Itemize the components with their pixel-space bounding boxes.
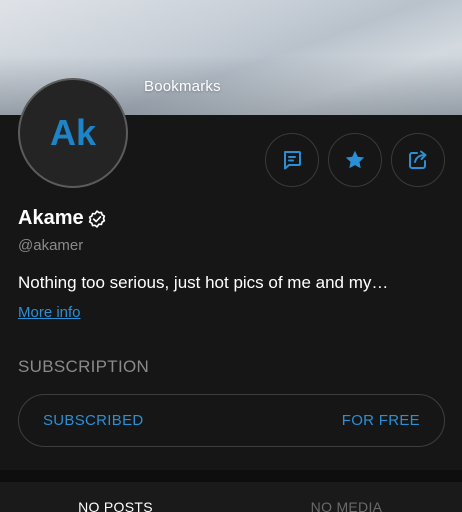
- message-button[interactable]: [265, 133, 319, 187]
- tab-posts[interactable]: NO POSTS: [0, 482, 231, 512]
- subscribe-button[interactable]: SUBSCRIBED FOR FREE: [18, 394, 445, 447]
- profile-page: Bookmarks Ak Akame @akamer Nothing too s…: [0, 0, 462, 512]
- banner-title: Bookmarks: [144, 78, 221, 95]
- profile-name: Akame: [18, 207, 84, 229]
- name-row: Akame: [18, 207, 107, 230]
- content-tabs: NO POSTS NO MEDIA: [0, 482, 462, 512]
- message-icon: [284, 151, 301, 170]
- avatar[interactable]: Ak: [18, 78, 128, 188]
- profile-username: @akamer: [18, 237, 84, 254]
- subscription-price: FOR FREE: [341, 412, 420, 429]
- star-icon: [345, 150, 365, 169]
- avatar-initials: Ak: [49, 112, 97, 153]
- subscription-heading: SUBSCRIPTION: [18, 357, 150, 376]
- share-button[interactable]: [391, 133, 445, 187]
- tab-media[interactable]: NO MEDIA: [231, 482, 462, 512]
- profile-bio: Nothing too serious, just hot pics of me…: [18, 273, 389, 292]
- verified-badge-icon: [88, 209, 105, 228]
- share-icon: [409, 150, 427, 169]
- section-divider: [0, 470, 462, 482]
- favorite-button[interactable]: [328, 133, 382, 187]
- more-info-link[interactable]: More info: [18, 304, 81, 321]
- subscription-status: SUBSCRIBED: [43, 412, 144, 429]
